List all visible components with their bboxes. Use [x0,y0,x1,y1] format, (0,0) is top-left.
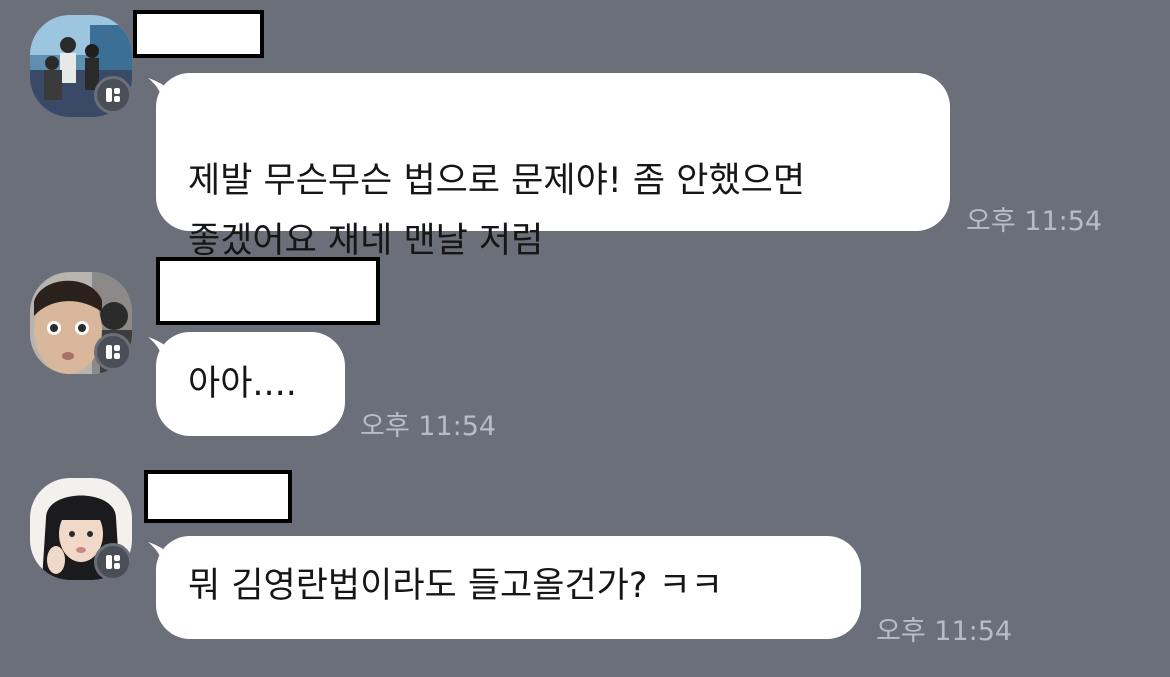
message-bubble[interactable]: 아아.... [156,332,345,436]
chat-badge-icon [94,333,132,371]
sender-name-redacted [133,10,264,58]
chat-badge-icon [94,543,132,581]
message-timestamp: 오후 11:54 [360,411,497,442]
message-timestamp: 오후 11:54 [876,616,1013,647]
message-timestamp: 오후 11:54 [966,206,1103,237]
message-text: 아아.... [188,364,297,404]
message-bubble[interactable]: 제발 무슨무슨 법으로 문제야! 좀 안했으면 좋겠어요 재네 맨날 저럼 [156,73,950,261]
message-text: 뭐 김영란법이라도 들고올건가? ㅋㅋ [188,566,723,606]
sender-name-redacted [144,470,292,523]
message-bubble[interactable]: 뭐 김영란법이라도 들고올건가? ㅋㅋ [156,536,861,639]
message-text: 제발 무슨무슨 법으로 문제야! 좀 안했으면 좋겠어요 재네 맨날 저럼 [188,161,806,261]
chat-badge-icon [94,76,132,114]
sender-name-redacted [156,257,380,325]
